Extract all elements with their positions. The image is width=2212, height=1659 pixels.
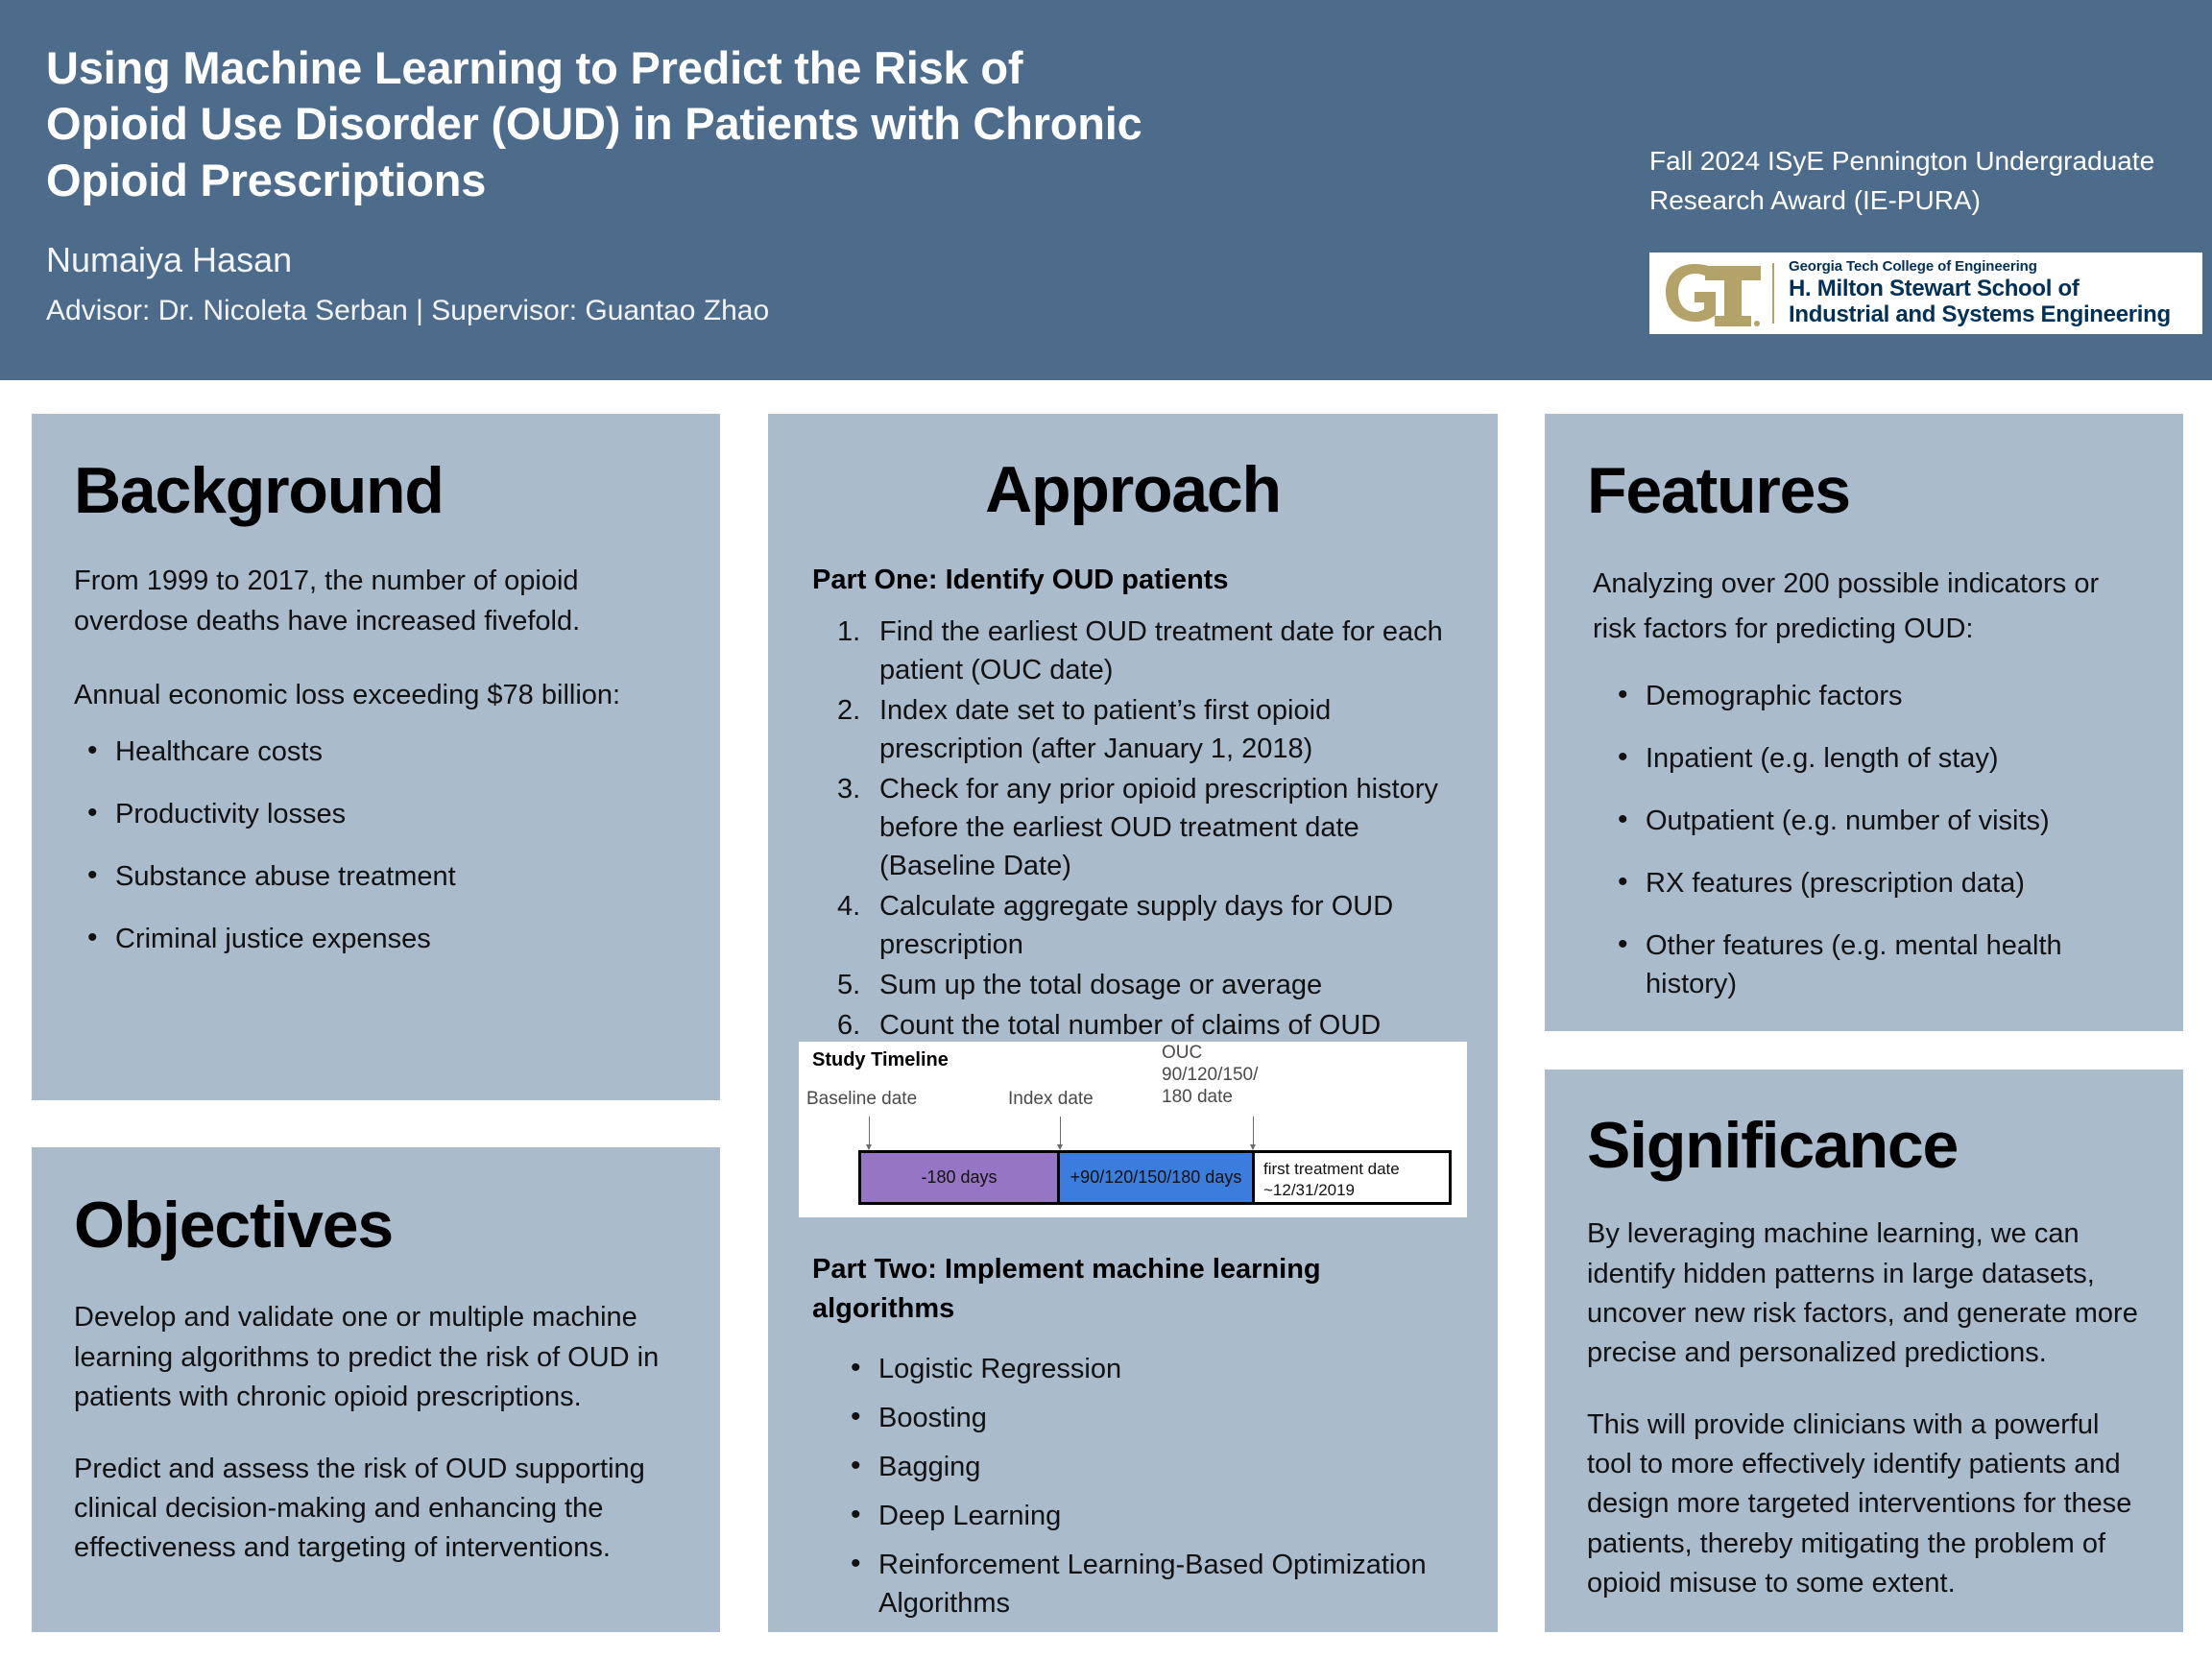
step-text: Index date set to patient’s first opioid…: [879, 694, 1332, 764]
list-item: Outpatient (e.g. number of visits): [1604, 800, 2145, 840]
step-text: Sum up the total dosage or average: [879, 969, 1323, 1000]
list-item: 2. Index date set to patient’s first opio…: [837, 691, 1454, 768]
advisor-supervisor-line: Advisor: Dr. Nicoleta Serban | Superviso…: [46, 294, 770, 326]
approach-title: Approach: [985, 453, 1282, 526]
background-paragraph-2: Annual economic loss exceeding $78 billi…: [74, 679, 621, 710]
list-item: Demographic factors: [1604, 675, 2145, 715]
step-text: Find the earliest OUD treatment date for…: [879, 615, 1443, 685]
treatment-line-2: ~12/31/2019: [1263, 1181, 1356, 1200]
objectives-paragraph-1: Develop and validate one or multiple mac…: [74, 1302, 660, 1412]
author-name: Numaiya Hasan: [46, 239, 293, 279]
ouc-line-1: OUC: [1162, 1043, 1203, 1063]
significance-title: Significance: [1587, 1109, 1959, 1182]
list-item: 4. Calculate aggregate supply days for OU…: [837, 887, 1454, 964]
ouc-line-3: 180 date: [1162, 1087, 1233, 1108]
title-line-3: Opioid Prescriptions: [46, 154, 487, 205]
approach-part-two-heading-line-1: Part Two: Implement machine learning: [812, 1253, 1321, 1285]
step-text: Count the total number of claims of OUD: [879, 1009, 1382, 1041]
approach-part-two-heading-line-2: algorithms: [812, 1292, 955, 1324]
georgia-tech-logo: Georgia Tech College of Engineering H. M…: [1649, 252, 2202, 334]
approach-part-one-heading: Part One: Identify OUD patients: [812, 565, 1229, 596]
list-item: Productivity losses: [74, 793, 678, 833]
award-line-2: Research Award (IE-PURA): [1649, 184, 1981, 215]
list-item: Inpatient (e.g. length of stay): [1604, 737, 2145, 778]
significance-paragraph-2: This will provide clinicians with a powe…: [1587, 1409, 2132, 1599]
list-item: Criminal justice expenses: [74, 918, 678, 958]
objectives-title: Objectives: [74, 1189, 394, 1262]
poster-header: Using Machine Learning to Predict the Ri…: [0, 0, 2212, 380]
step-number: 6.: [837, 1009, 861, 1041]
logo-wordmark: Georgia Tech College of Engineering H. M…: [1789, 258, 2171, 328]
features-title: Features: [1587, 454, 1851, 527]
logo-school-line-2: Industrial and Systems Engineering: [1789, 301, 2171, 328]
timeline-segment-followup: +90/120/150/180 days: [1060, 1153, 1255, 1202]
logo-school-line-1: H. Milton Stewart School of: [1789, 275, 2080, 301]
background-bullet-list: Healthcare costs Productivity losses Sub…: [74, 731, 678, 958]
list-item: Deep Learning: [837, 1495, 1454, 1535]
background-paragraph-1: From 1999 to 2017, the number of opioid …: [74, 565, 581, 637]
header-left-block: Using Machine Learning to Predict the Ri…: [46, 40, 1390, 328]
logo-college-line: Georgia Tech College of Engineering: [1789, 257, 2037, 275]
title-line-2: Opioid Use Disorder (OUD) in Patients wi…: [46, 98, 1142, 150]
significance-paragraph-1: By leveraging machine learning, we can i…: [1587, 1218, 2138, 1368]
list-item: Boosting: [837, 1397, 1454, 1437]
timeline-arrow-ouc-icon: [1250, 1117, 1256, 1150]
section-objectives: Objectives Develop and validate one or m…: [32, 1147, 720, 1632]
research-poster: Using Machine Learning to Predict the Ri…: [0, 0, 2212, 1659]
timeline-arrow-index-icon: [1057, 1117, 1063, 1150]
section-approach: Approach Part One: Identify OUD patients…: [768, 414, 1498, 1632]
list-item: Healthcare costs: [74, 731, 678, 771]
header-right-block: Fall 2024 ISyE Pennington Undergraduate …: [1649, 142, 2168, 220]
section-significance: Significance By leveraging machine learn…: [1545, 1070, 2183, 1632]
timeline-label-baseline: Baseline date: [806, 1089, 918, 1109]
background-title: Background: [74, 454, 445, 527]
list-item: Logistic Regression: [837, 1348, 1454, 1388]
objectives-paragraph-2: Predict and assess the risk of OUD suppo…: [74, 1453, 645, 1564]
treatment-line-1: first treatment date: [1263, 1160, 1400, 1178]
timeline-segment-treatment: first treatment date ~12/31/2019: [1255, 1153, 1449, 1202]
list-item: Substance abuse treatment: [74, 855, 678, 896]
timeline-label-ouc: OUC 90/120/150/ 180 date: [1162, 1042, 1258, 1109]
list-item: Reinforcement Learning-Based Optimizatio…: [837, 1544, 1454, 1623]
ouc-line-2: 90/120/150/: [1162, 1065, 1259, 1086]
list-item: Bagging: [837, 1446, 1454, 1486]
timeline-title: Study Timeline: [812, 1049, 949, 1070]
list-item: 6. Count the total number of claims of OU…: [837, 1006, 1454, 1045]
step-number: 2.: [837, 694, 861, 726]
approach-part-one-steps: 1. Find the earliest OUD treatment date f…: [812, 613, 1454, 1045]
timeline-segment-baseline: -180 days: [861, 1153, 1060, 1202]
timeline-bar: -180 days +90/120/150/180 days first tre…: [858, 1150, 1452, 1205]
step-number: 1.: [837, 615, 861, 647]
section-features: Features Analyzing over 200 possible ind…: [1545, 414, 2183, 1031]
list-item: Other features (e.g. mental health histo…: [1604, 925, 2145, 1003]
list-item: RX features (prescription data): [1604, 862, 2145, 902]
approach-part-two-list: Logistic Regression Boosting Bagging Dee…: [812, 1348, 1454, 1623]
section-background: Background From 1999 to 2017, the number…: [32, 414, 720, 1100]
gt-monogram-icon: [1649, 252, 1772, 334]
list-item: 5. Sum up the total dosage or average: [837, 966, 1454, 1004]
features-intro: Analyzing over 200 possible indicators o…: [1593, 568, 2100, 645]
logo-divider: [1772, 263, 1774, 324]
timeline-label-index: Index date: [1008, 1089, 1094, 1109]
award-text: Fall 2024 ISyE Pennington Undergraduate …: [1649, 142, 2168, 220]
step-text: Check for any prior opioid prescription …: [879, 773, 1438, 881]
timeline-arrow-baseline-icon: [866, 1117, 872, 1150]
step-number: 5.: [837, 969, 861, 1000]
list-item: 1. Find the earliest OUD treatment date f…: [837, 613, 1454, 689]
award-line-1: Fall 2024 ISyE Pennington Undergraduate: [1649, 146, 2155, 176]
study-timeline-figure: Study Timeline Baseline date Index date …: [799, 1042, 1467, 1217]
step-number: 3.: [837, 773, 861, 805]
step-number: 4.: [837, 890, 861, 922]
list-item: 3. Check for any prior opioid prescriptio…: [837, 770, 1454, 885]
page-title: Using Machine Learning to Predict the Ri…: [46, 40, 1390, 208]
step-text: Calculate aggregate supply days for OUD …: [879, 890, 1394, 960]
title-line-1: Using Machine Learning to Predict the Ri…: [46, 42, 1023, 93]
features-bullet-list: Demographic factors Inpatient (e.g. leng…: [1587, 675, 2145, 1003]
